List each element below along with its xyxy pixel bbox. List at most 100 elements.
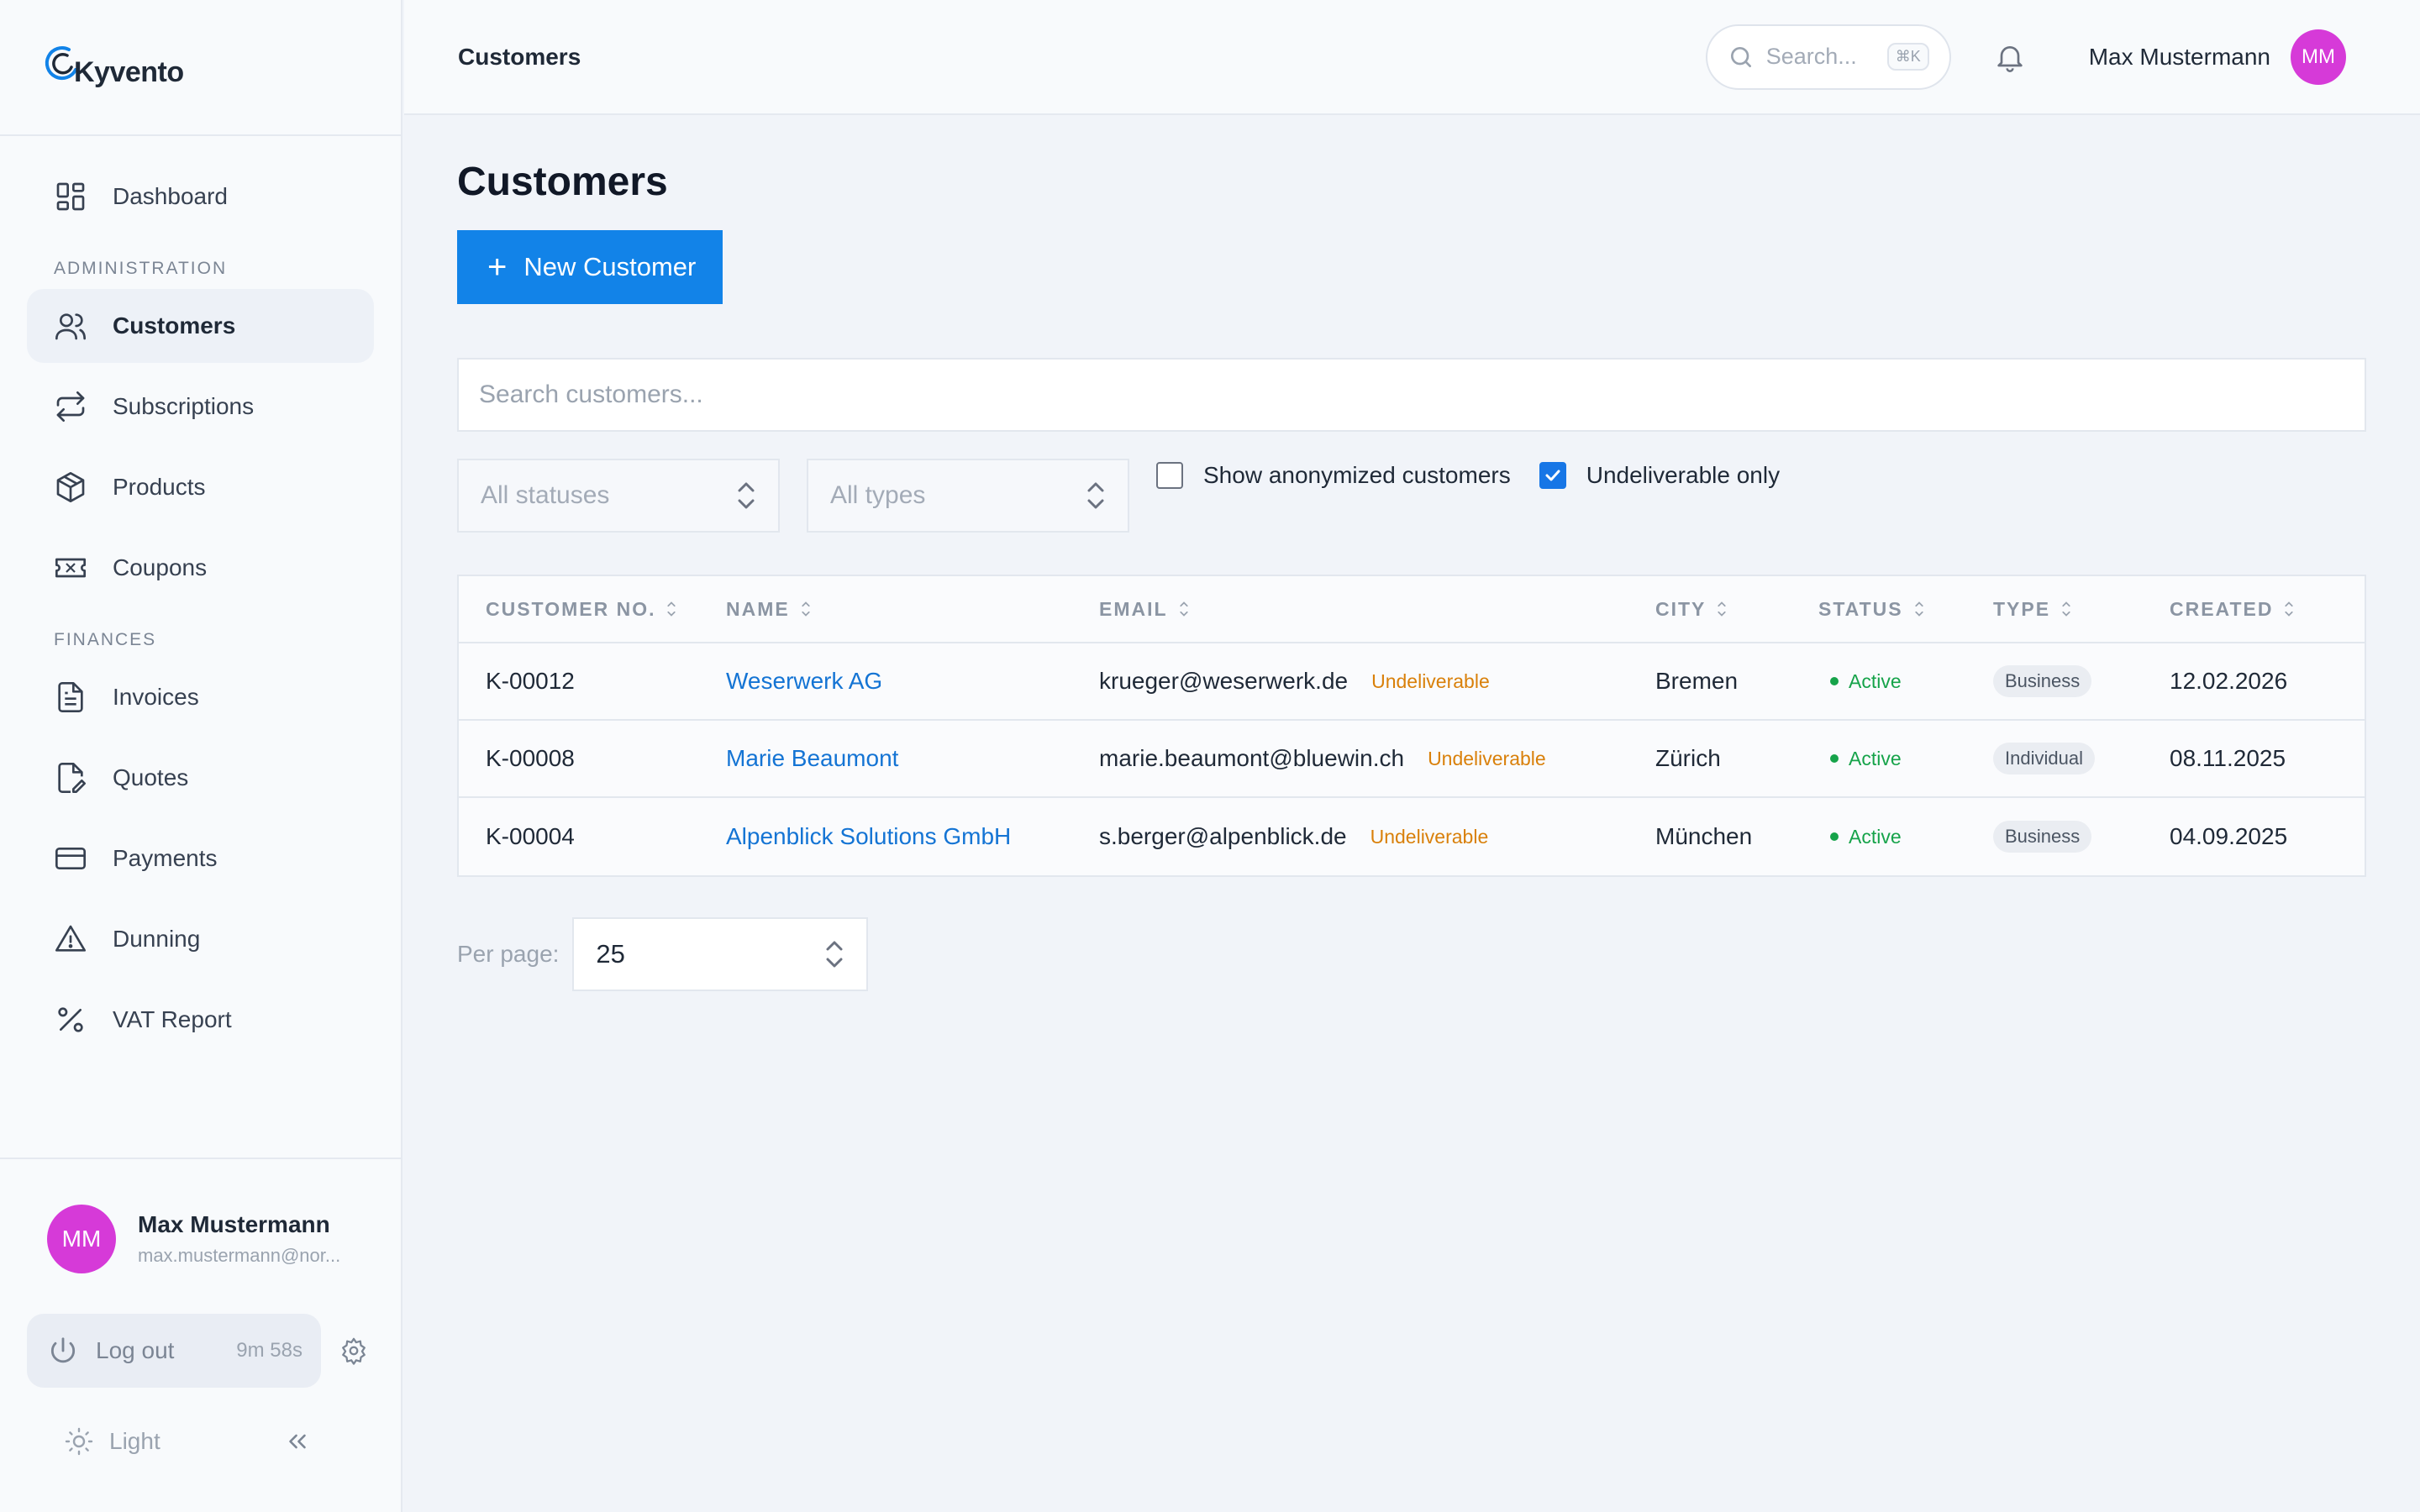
table-row[interactable]: K-00012 Weserwerk AG krueger@weserwerk.d… [459,643,2365,721]
cell-customer-no: K-00008 [486,745,575,771]
sidebar-item-vat-report[interactable]: VAT Report [27,983,374,1057]
cell-created: 04.09.2025 [2170,823,2288,849]
status-badge: Active [1818,826,1902,848]
power-icon [50,1337,76,1363]
checkbox-unchecked[interactable] [1156,462,1183,489]
type-badge: Business [1993,821,2092,853]
cell-created: 08.11.2025 [2170,745,2286,771]
file-edit-icon [58,763,86,793]
user-name: Max Mustermann [138,1211,330,1237]
sidebar-item-customers[interactable]: Customers [27,289,374,363]
customer-name-link[interactable]: Marie Beaumont [726,745,898,772]
header-user-name[interactable]: Max Mustermann [2089,44,2270,71]
repeat-icon [56,391,85,422]
table-row[interactable]: K-00008 Marie Beaumont marie.beaumont@bl… [459,721,2365,798]
customer-search-placeholder: Search customers... [479,381,703,408]
per-page-label: Per page: [457,941,560,967]
cell-customer-no: K-00004 [486,823,575,849]
status-dot [1830,677,1839,685]
ticket-icon [55,558,86,578]
sort-icon [1718,601,1727,617]
column-header-email[interactable]: EMAIL [1099,598,1655,621]
per-page-value: 25 [596,939,625,969]
sidebar-item-label: Products [113,474,206,500]
type-filter-value: All types [830,481,926,509]
sidebar-item-coupons[interactable]: Coupons [27,531,374,605]
bell-icon[interactable] [1993,40,2027,74]
box-icon [56,472,85,502]
column-header-customer-no[interactable]: CUSTOMER NO. [459,598,726,621]
column-header-created[interactable]: CREATED [2170,598,2365,621]
new-customer-label: New Customer [523,252,697,281]
column-header-name[interactable]: NAME [726,598,1099,621]
gear-icon[interactable] [339,1336,368,1365]
chevrons-left-icon[interactable] [283,1427,312,1456]
sidebar-item-label: Payments [113,845,218,871]
sidebar-footer: MM Max Mustermann max.mustermann@nor... … [0,1158,401,1512]
undeliverable-only-checkbox[interactable]: Undeliverable only [1539,462,1780,489]
sidebar-user-card[interactable]: MM Max Mustermann max.mustermann@nor... [0,1159,401,1273]
sidebar: Kyvento Dashboard ADMINISTRATION Custome… [0,0,402,1512]
sidebar-item-subscriptions[interactable]: Subscriptions [27,370,374,444]
sidebar-item-payments[interactable]: Payments [27,822,374,895]
new-customer-button[interactable]: + New Customer [457,230,723,304]
top-header: Customers Search... ⌘K Max Mustermann MM [404,0,2420,115]
customer-search-input[interactable]: Search customers... [457,358,2366,432]
warning-icon [55,925,86,952]
users-icon [55,313,86,340]
theme-toggle-label[interactable]: Light [109,1428,160,1455]
keyboard-shortcut-badge: ⌘K [1886,43,1929,71]
status-filter-select[interactable]: All statuses [457,459,780,533]
per-page-select[interactable]: 25 [572,917,869,991]
checkbox-checked[interactable] [1539,462,1566,489]
cell-email: krueger@weserwerk.de [1099,668,1349,694]
status-dot [1830,832,1839,841]
column-header-status[interactable]: STATUS [1818,598,1993,621]
cell-email: s.berger@alpenblick.de [1099,823,1347,849]
sidebar-nav: Dashboard ADMINISTRATION Customers Subsc… [0,136,401,1057]
sidebar-item-label: Coupons [113,554,208,580]
type-badge: Individual [1993,743,2095,774]
sidebar-item-label: Subscriptions [113,393,255,419]
sidebar-item-label: Quotes [113,764,189,790]
customer-name-link[interactable]: Alpenblick Solutions GmbH [726,823,1011,850]
sidebar-item-dunning[interactable]: Dunning [27,902,374,976]
search-icon [1730,46,1751,67]
section-heading-finances: FINANCES [54,630,157,649]
sort-icon [1179,601,1188,617]
sidebar-item-label: VAT Report [113,1006,232,1032]
cell-city: Zürich [1655,745,1721,771]
show-anonymized-label: Show anonymized customers [1203,462,1511,488]
breadcrumb: Customers [458,43,581,70]
sun-icon[interactable] [64,1426,94,1457]
logout-button[interactable]: Log out 9m 58s [27,1314,321,1388]
sidebar-item-dashboard[interactable]: Dashboard [27,160,374,234]
avatar[interactable]: MM [2291,29,2346,85]
cell-city: Bremen [1655,668,1739,694]
sort-icon [2062,601,2070,617]
column-header-type[interactable]: TYPE [1993,598,2170,621]
customers-table: CUSTOMER NO. NAME EMAIL CITY STATUS TYPE… [457,575,2366,877]
type-filter-select[interactable]: All types [807,459,1129,533]
table-row[interactable]: K-00004 Alpenblick Solutions GmbH s.berg… [459,798,2365,875]
customer-name-link[interactable]: Weserwerk AG [726,668,882,695]
theme-row: Light [64,1426,401,1457]
status-badge: Active [1818,748,1902,770]
sidebar-item-label: Dashboard [113,183,228,209]
column-header-city[interactable]: CITY [1655,598,1818,621]
sidebar-item-products[interactable]: Products [27,450,374,524]
sidebar-item-invoices[interactable]: Invoices [27,660,374,734]
chevron-up-down-icon [738,482,755,509]
avatar: MM [47,1205,116,1273]
sort-icon [2285,601,2294,617]
sidebar-item-label: Dunning [113,926,201,952]
logo[interactable]: Kyvento [0,0,401,136]
page-title: Customers [457,160,668,204]
sort-icon [1914,601,1923,617]
session-timer: 9m 58s [236,1339,302,1362]
sidebar-item-quotes[interactable]: Quotes [27,741,374,815]
global-search-input[interactable]: Search... ⌘K [1705,24,1951,90]
sidebar-item-label: Invoices [113,684,199,710]
cell-city: München [1655,823,1753,849]
show-anonymized-checkbox[interactable]: Show anonymized customers [1156,462,1511,489]
